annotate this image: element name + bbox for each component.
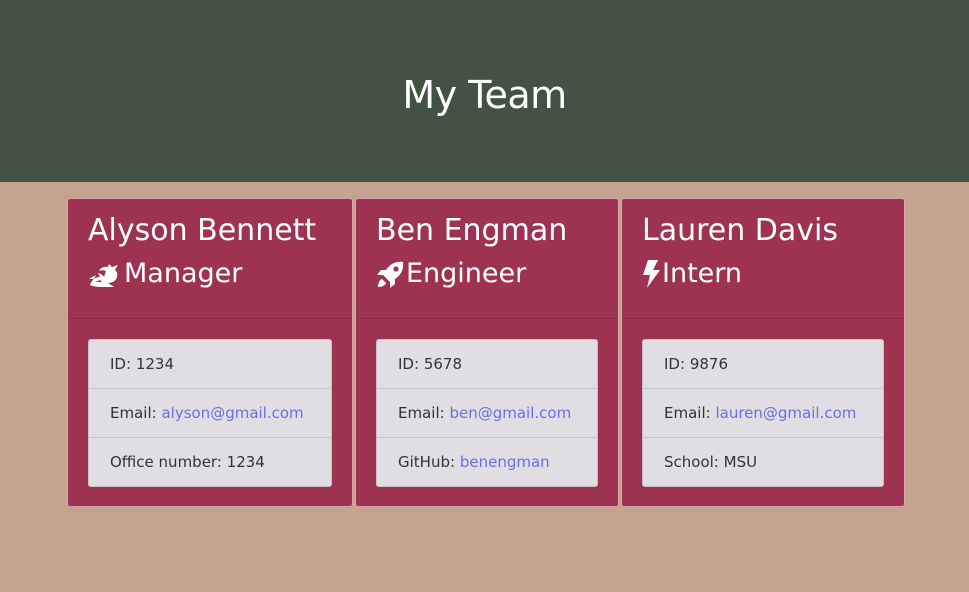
email-label: Email: — [110, 404, 157, 422]
employee-card-engineer: Ben Engman Engineer ID: 5678 Email: ben@… — [355, 198, 619, 507]
bolt-icon — [642, 259, 662, 289]
id-row: ID: 9876 — [643, 340, 883, 389]
email-link[interactable]: alyson@gmail.com — [161, 404, 303, 422]
role-label: Manager — [124, 258, 243, 289]
email-label: Email: — [664, 404, 711, 422]
id-value: 1234 — [135, 355, 174, 373]
employee-role: Manager — [88, 257, 352, 291]
employee-name: Ben Engman — [376, 213, 568, 248]
email-row: Email: ben@gmail.com — [377, 389, 597, 438]
page-header: My Team — [0, 0, 969, 182]
page-title: My Team — [402, 73, 567, 117]
github-row: GitHub: benengman — [377, 438, 597, 486]
office-number-label: Office number: — [110, 453, 222, 471]
school-row: School: MSU — [643, 438, 883, 486]
email-row: Email: lauren@gmail.com — [643, 389, 883, 438]
email-row: Email: alyson@gmail.com — [89, 389, 331, 438]
team-cards: Alyson Bennett Manager ID: 1234 Email: a… — [67, 198, 905, 507]
id-label: ID: — [398, 355, 420, 373]
card-body: ID: 5678 Email: ben@gmail.com GitHub: be… — [356, 319, 618, 487]
school-label: School: — [664, 453, 719, 471]
email-label: Email: — [398, 404, 445, 422]
role-label: Engineer — [406, 258, 527, 289]
employee-name: Alyson Bennett — [88, 213, 317, 248]
employee-role: Engineer — [376, 257, 618, 291]
employee-role: Intern — [642, 257, 904, 291]
card-body: ID: 9876 Email: lauren@gmail.com School:… — [622, 319, 904, 487]
dragon-icon — [88, 259, 124, 289]
card-body: ID: 1234 Email: alyson@gmail.com Office … — [68, 319, 352, 487]
employee-card-intern: Lauren Davis Intern ID: 9876 Email: laur… — [621, 198, 905, 507]
info-list: ID: 5678 Email: ben@gmail.com GitHub: be… — [376, 339, 598, 487]
card-header: Ben Engman Engineer — [356, 199, 618, 319]
rocket-icon — [376, 259, 406, 289]
github-label: GitHub: — [398, 453, 456, 471]
email-link[interactable]: lauren@gmail.com — [715, 404, 856, 422]
employee-card-manager: Alyson Bennett Manager ID: 1234 Email: a… — [67, 198, 353, 507]
info-list: ID: 1234 Email: alyson@gmail.com Office … — [88, 339, 332, 487]
office-number-row: Office number: 1234 — [89, 438, 331, 486]
role-label: Intern — [662, 258, 743, 289]
id-value: 9876 — [689, 355, 728, 373]
employee-name: Lauren Davis — [642, 213, 838, 248]
id-row: ID: 5678 — [377, 340, 597, 389]
id-value: 5678 — [423, 355, 462, 373]
github-link[interactable]: benengman — [460, 453, 550, 471]
id-label: ID: — [664, 355, 686, 373]
card-header: Alyson Bennett Manager — [68, 199, 352, 319]
info-list: ID: 9876 Email: lauren@gmail.com School:… — [642, 339, 884, 487]
email-link[interactable]: ben@gmail.com — [449, 404, 571, 422]
id-label: ID: — [110, 355, 132, 373]
office-number-value: 1234 — [226, 453, 265, 471]
school-value: MSU — [723, 453, 758, 471]
id-row: ID: 1234 — [89, 340, 331, 389]
card-header: Lauren Davis Intern — [622, 199, 904, 319]
